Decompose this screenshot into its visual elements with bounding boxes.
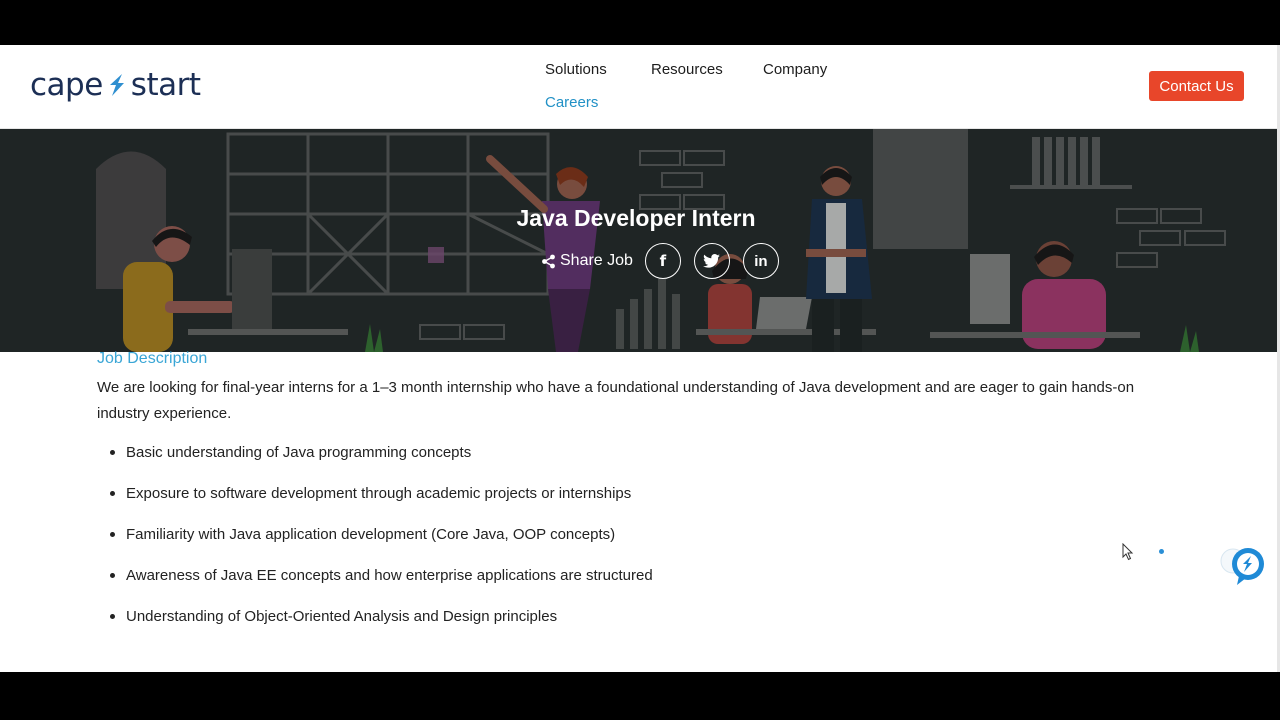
job-hero-banner: Java Developer Intern Share Job f in [0,129,1278,352]
site-header: cape start Solutions Resources Company C… [0,45,1278,129]
share-icon [542,254,555,268]
logo-text-cape: cape [30,67,103,103]
list-item: Basic understanding of Java programming … [110,440,653,481]
requirements-list: Basic understanding of Java programming … [110,440,653,645]
chat-indicator-dot [1159,549,1164,554]
facebook-icon: f [659,252,667,270]
list-item: Awareness of Java EE concepts and how en… [110,563,653,604]
share-job-label: Share Job [541,252,633,270]
nav-resources[interactable]: Resources [651,61,723,78]
nav-company[interactable]: Company [763,61,827,78]
linkedin-icon: in [754,252,768,270]
share-job-text: Share Job [560,252,633,269]
nav-solutions[interactable]: Solutions [545,61,607,78]
twitter-share-button[interactable] [693,243,730,279]
share-job-row: Share Job f in [541,243,792,279]
screen-top-bar [0,0,1280,45]
job-description-heading: Job Description [97,350,208,367]
facebook-share-button[interactable]: f [644,243,681,279]
capestart-logo[interactable]: cape start [30,67,201,103]
contact-us-button[interactable]: Contact Us [1149,71,1244,101]
logo-text-start: start [130,67,201,103]
office-illustration [0,129,1278,352]
linkedin-share-button[interactable]: in [742,243,779,279]
list-item: Familiarity with Java application develo… [110,522,653,563]
job-title: Java Developer Intern [516,205,756,231]
mouse-cursor-icon [1122,543,1134,561]
logo-mark-icon [109,74,124,96]
list-item: Exposure to software development through… [110,481,653,522]
screen-bottom-bar [0,672,1280,720]
list-item: Understanding of Object-Oriented Analysi… [110,604,653,645]
job-description-intro: We are looking for final-year interns fo… [97,379,1135,422]
twitter-icon [703,254,721,268]
nav-careers[interactable]: Careers [545,94,598,111]
chat-widget-icon[interactable] [1219,546,1267,588]
